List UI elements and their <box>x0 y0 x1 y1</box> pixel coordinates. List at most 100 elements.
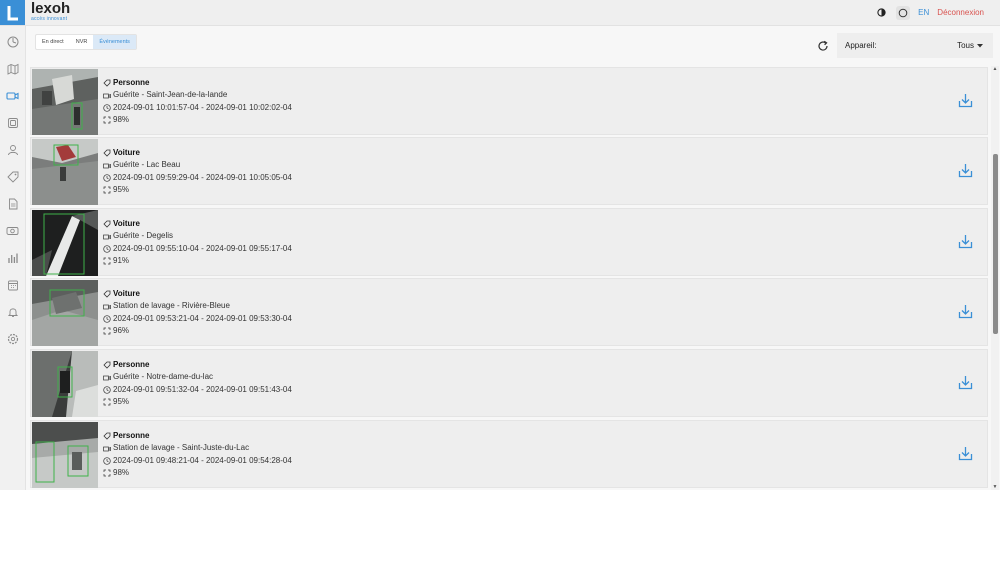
bounding-box-icon <box>103 187 111 194</box>
language-switch[interactable]: EN <box>918 8 929 17</box>
stats-icon[interactable] <box>6 251 19 264</box>
device-filter[interactable]: Appareil: Tous <box>837 33 993 58</box>
download-icon[interactable] <box>958 93 973 108</box>
clock-icon <box>103 386 111 394</box>
clock-icon <box>103 315 111 323</box>
event-card[interactable]: Voiture Guérite - Degelis 2024-09-01 09:… <box>30 208 988 276</box>
event-thumbnail[interactable] <box>32 139 98 205</box>
clock-icon <box>103 457 111 465</box>
video-camera-icon <box>103 163 111 168</box>
scrollbar-thumb[interactable] <box>993 154 998 334</box>
user-icon[interactable] <box>6 143 19 156</box>
event-type: Personne <box>113 78 150 87</box>
download-icon[interactable] <box>958 446 973 461</box>
tag-icon <box>103 149 111 157</box>
header-actions: EN Déconnexion <box>874 0 984 25</box>
event-thumbnail[interactable] <box>32 280 98 346</box>
download-icon[interactable] <box>958 375 973 390</box>
status-circle-icon[interactable] <box>896 5 911 20</box>
tab-events[interactable]: Événements <box>93 35 136 49</box>
event-time-range: 2024-09-01 09:48:21-04 - 2024-09-01 09:5… <box>113 455 292 465</box>
tag-icon <box>103 290 111 298</box>
video-camera-icon <box>103 93 111 98</box>
clock-icon <box>103 245 111 253</box>
device-filter-value: Tous <box>957 41 974 50</box>
tab-live[interactable]: En direct <box>36 35 70 49</box>
event-thumbnail[interactable] <box>32 351 98 417</box>
download-icon[interactable] <box>958 304 973 319</box>
bounding-box-icon <box>103 328 111 335</box>
calendar-icon[interactable] <box>6 278 19 291</box>
brand-tagline: accès innovant <box>31 16 68 22</box>
event-time-range: 2024-09-01 09:53:21-04 - 2024-09-01 09:5… <box>113 313 292 323</box>
event-card[interactable]: Personne Guérite - Saint-Jean-de-la-land… <box>30 67 988 135</box>
event-type: Personne <box>113 431 150 440</box>
event-time-range: 2024-09-01 09:55:10-04 - 2024-09-01 09:5… <box>113 243 292 253</box>
logout-link[interactable]: Déconnexion <box>937 8 984 17</box>
event-type: Voiture <box>113 219 140 228</box>
event-time-range: 2024-09-01 09:51:32-04 - 2024-09-01 09:5… <box>113 384 292 394</box>
device-icon[interactable] <box>6 116 19 129</box>
tag-icon[interactable] <box>6 170 19 183</box>
event-camera: Station de lavage - Rivière-Bleue <box>113 301 230 311</box>
event-camera: Guérite - Saint-Jean-de-la-lande <box>113 90 228 100</box>
chevron-down-icon <box>977 43 983 47</box>
tab-nvr[interactable]: NVR <box>70 35 94 49</box>
camera-icon[interactable] <box>6 89 19 102</box>
event-confidence: 96% <box>113 326 130 336</box>
video-camera-icon <box>103 446 111 451</box>
event-camera: Guérite - Lac Beau <box>113 160 181 170</box>
theme-toggle-icon[interactable] <box>874 6 888 20</box>
brand-name: lexoh <box>31 0 71 17</box>
refresh-icon[interactable] <box>817 39 829 51</box>
download-icon[interactable] <box>958 163 973 178</box>
event-thumbnail[interactable] <box>32 69 98 135</box>
event-time-range: 2024-09-01 10:01:57-04 - 2024-09-01 10:0… <box>113 102 292 112</box>
sidebar <box>0 26 26 490</box>
bounding-box-icon <box>103 117 111 124</box>
event-card[interactable]: Voiture Guérite - Lac Beau 2024-09-01 09… <box>30 137 988 205</box>
device-filter-label: Appareil: <box>845 41 877 50</box>
tag-icon <box>103 220 111 228</box>
event-camera: Guérite - Degelis <box>113 231 174 241</box>
video-camera-icon <box>103 304 111 309</box>
video-camera-icon <box>103 375 111 380</box>
download-icon[interactable] <box>958 234 973 249</box>
dashboard-icon[interactable] <box>6 35 19 48</box>
document-icon[interactable] <box>6 197 19 210</box>
event-card[interactable]: Personne Guérite - Notre-dame-du-lac 202… <box>30 349 988 417</box>
event-camera: Station de lavage - Saint-Juste-du-Lac <box>113 443 250 453</box>
event-confidence: 98% <box>113 468 130 478</box>
event-time-range: 2024-09-01 09:59:29-04 - 2024-09-01 10:0… <box>113 172 292 182</box>
view-tabs: En direct NVR Événements <box>35 34 137 50</box>
bell-icon[interactable] <box>6 305 19 318</box>
plate-icon[interactable] <box>6 224 19 237</box>
event-thumbnail[interactable] <box>32 210 98 276</box>
settings-icon[interactable] <box>6 332 19 345</box>
bounding-box-icon <box>103 470 111 477</box>
event-confidence: 95% <box>113 185 130 195</box>
logo-l-icon <box>7 5 18 20</box>
tag-icon <box>103 79 111 87</box>
event-confidence: 91% <box>113 256 130 266</box>
scroll-down-icon[interactable]: ▼ <box>992 484 998 490</box>
top-bar: lexoh accès innovant EN Déconnexion <box>0 0 1000 26</box>
event-card[interactable]: Voiture Station de lavage - Rivière-Bleu… <box>30 278 988 346</box>
app-root: lexoh accès innovant EN Déconnexion En d… <box>0 0 1000 490</box>
scrollbar[interactable]: ▲ ▼ <box>991 66 999 490</box>
map-icon[interactable] <box>6 62 19 75</box>
bounding-box-icon <box>103 399 111 406</box>
tag-icon <box>103 432 111 440</box>
event-type: Voiture <box>113 289 140 298</box>
tag-icon <box>103 361 111 369</box>
scroll-up-icon[interactable]: ▲ <box>992 66 998 72</box>
event-card[interactable]: Personne Station de lavage - Saint-Juste… <box>30 420 988 488</box>
event-confidence: 98% <box>113 115 130 125</box>
event-confidence: 95% <box>113 397 130 407</box>
logo-mark[interactable] <box>0 0 25 25</box>
event-camera: Guérite - Notre-dame-du-lac <box>113 372 214 382</box>
bounding-box-icon <box>103 258 111 265</box>
video-camera-icon <box>103 234 111 239</box>
event-thumbnail[interactable] <box>32 422 98 488</box>
clock-icon <box>103 104 111 112</box>
